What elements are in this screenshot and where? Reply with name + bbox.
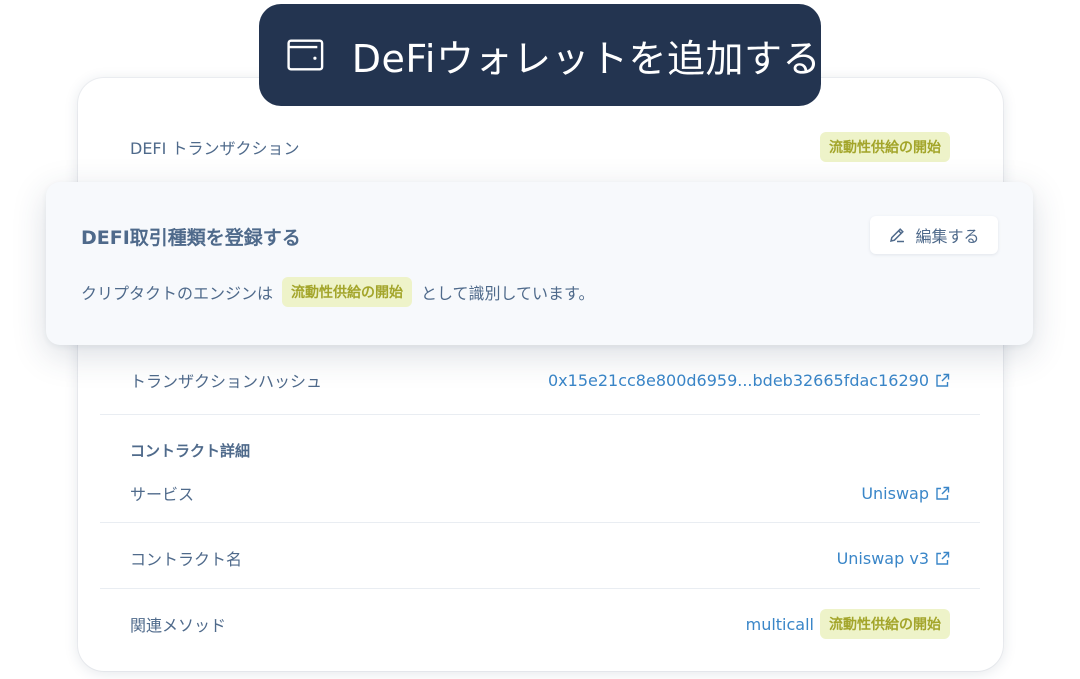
desc-suffix: として識別しています。: [421, 284, 595, 303]
service-value: Uniswap: [861, 483, 929, 503]
edit-button[interactable]: 編集する: [870, 216, 998, 254]
transaction-row: DEFI トランザクション 流動性供給の開始: [130, 132, 950, 162]
divider: [100, 588, 980, 589]
method-row: 関連メソッド multicall 流動性供給の開始: [130, 609, 950, 639]
desc-type-badge: 流動性供給の開始: [282, 277, 413, 307]
edit-button-label: 編集する: [915, 227, 980, 246]
hash-row: トランザクションハッシュ 0x15e21cc8e800d6959...bdeb3…: [130, 368, 950, 392]
transaction-label: DEFI トランザクション: [130, 139, 300, 158]
hash-label: トランザクションハッシュ: [130, 372, 323, 391]
banner-title: DeFiウォレットを追加する: [351, 36, 821, 81]
contract-name-value: Uniswap v3: [836, 548, 929, 568]
contract-section-title: コントラクト詳細: [130, 442, 251, 460]
add-defi-wallet-banner[interactable]: DeFiウォレットを追加する: [259, 4, 821, 106]
method-type-badge: 流動性供給の開始: [820, 609, 950, 639]
desc-prefix: クリプタクトのエンジンは: [81, 284, 274, 303]
service-row: サービス Uniswap: [130, 481, 950, 505]
hash-value: 0x15e21cc8e800d6959...bdeb32665fdac16290: [548, 370, 929, 390]
panel-title: DEFI取引種類を登録する: [81, 227, 301, 249]
divider: [100, 414, 980, 415]
register-defi-type-panel: DEFI取引種類を登録する 編集する クリプタクトのエンジンは 流動性供給の開始…: [46, 182, 1033, 345]
external-link-icon: [936, 551, 950, 565]
contract-name-row: コントラクト名 Uniswap v3: [130, 546, 950, 570]
external-link-icon: [936, 486, 950, 500]
hash-link[interactable]: 0x15e21cc8e800d6959...bdeb32665fdac16290: [548, 371, 950, 390]
panel-description: クリプタクトのエンジンは 流動性供給の開始 として識別しています。: [81, 277, 594, 307]
transaction-type-badge: 流動性供給の開始: [820, 132, 950, 162]
divider: [100, 522, 980, 523]
method-value-group: multicall 流動性供給の開始: [746, 609, 950, 639]
contract-name-link[interactable]: Uniswap v3: [837, 549, 950, 568]
pencil-icon: [890, 228, 905, 243]
service-link[interactable]: Uniswap: [861, 484, 950, 503]
wallet-icon: [287, 39, 324, 71]
external-link-icon: [936, 373, 950, 387]
service-label: サービス: [130, 485, 195, 504]
method-label: 関連メソッド: [130, 616, 227, 635]
method-value: multicall: [745, 614, 814, 634]
contract-name-label: コントラクト名: [130, 550, 243, 569]
